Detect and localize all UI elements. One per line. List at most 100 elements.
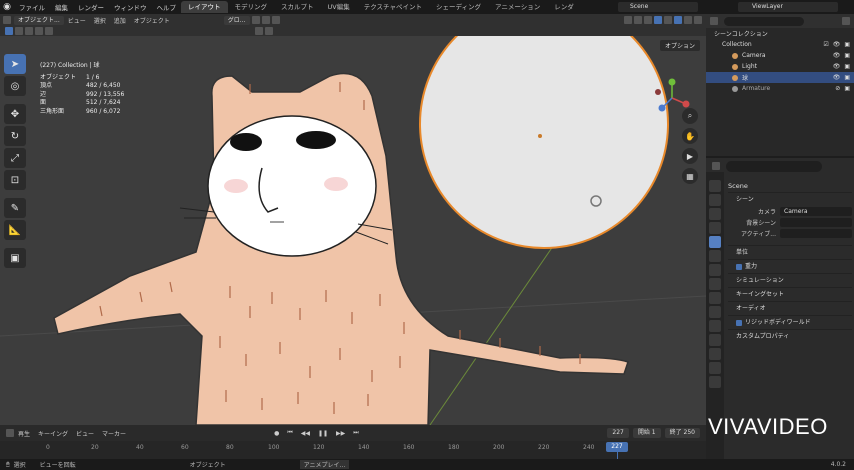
tab-texture-paint[interactable]: テクスチャペイント xyxy=(357,1,429,13)
tab-animation[interactable]: アニメーション xyxy=(488,1,547,13)
measure-tool-icon[interactable]: 📐 xyxy=(4,220,26,240)
menu-render[interactable]: レンダー xyxy=(73,2,109,12)
outliner-item-sphere[interactable]: 球 👁 ▣ xyxy=(706,72,854,83)
jump-start-icon[interactable]: ⏮ xyxy=(283,429,296,437)
properties-search[interactable] xyxy=(726,161,822,172)
outliner-editor-icon[interactable] xyxy=(710,17,718,25)
modifier-tab-icon[interactable] xyxy=(709,292,721,304)
collection-tab-icon[interactable] xyxy=(709,264,721,276)
xray-icon[interactable] xyxy=(654,16,662,24)
world-tab-icon[interactable] xyxy=(709,250,721,262)
start-frame-field[interactable]: 開始 1 xyxy=(632,428,661,438)
menu-edit[interactable]: 編集 xyxy=(50,2,73,12)
menu-timeline-view[interactable]: ビュー xyxy=(72,429,98,438)
menu-keying[interactable]: キーイング xyxy=(34,429,72,438)
panel-scene[interactable]: シーン xyxy=(728,192,852,206)
render-tab-icon[interactable] xyxy=(709,194,721,206)
proportional-edit-icon[interactable] xyxy=(271,16,280,24)
pan-hand-icon[interactable]: ✋ xyxy=(682,128,698,144)
cursor-tool-icon[interactable]: ◎ xyxy=(4,76,26,96)
active-clip-field[interactable] xyxy=(780,229,852,238)
solid-shading-icon[interactable] xyxy=(674,16,682,24)
wireframe-shading-icon[interactable] xyxy=(664,16,672,24)
menu-marker[interactable]: マーカー xyxy=(98,429,130,438)
select-tool-icon[interactable]: ➤ xyxy=(4,54,26,74)
gizmo-toggle-icon[interactable] xyxy=(634,16,642,24)
eye-icon[interactable]: 👁 xyxy=(833,41,841,48)
tab-shading[interactable]: シェーディング xyxy=(429,1,488,13)
outliner-item-light[interactable]: Light 👁 ▣ xyxy=(706,61,854,72)
current-frame-field[interactable]: 227 xyxy=(607,428,629,438)
properties-editor-icon[interactable] xyxy=(712,162,720,170)
physics-tab-icon[interactable] xyxy=(709,320,721,332)
camera-toggle-icon[interactable]: ▣ xyxy=(844,63,850,70)
visibility-icon[interactable] xyxy=(624,16,632,24)
add-cube-tool-icon[interactable]: ▣ xyxy=(4,248,26,268)
panel-rigid-body-world[interactable]: リジッドボディワールド xyxy=(728,315,852,329)
menu-file[interactable]: ファイル xyxy=(14,2,50,12)
camera-toggle-icon[interactable]: ▣ xyxy=(844,74,850,81)
next-key-icon[interactable]: ▶▶ xyxy=(332,430,349,437)
particles-tab-icon[interactable] xyxy=(709,306,721,318)
camera-toggle-icon[interactable]: ▣ xyxy=(844,41,850,48)
filter-icon[interactable] xyxy=(842,17,850,25)
output-tab-icon[interactable] xyxy=(709,208,721,220)
select-box-icon[interactable] xyxy=(5,27,13,35)
rotate-tool-icon[interactable]: ↻ xyxy=(4,126,26,146)
scale-tool-icon[interactable]: ⤢ xyxy=(4,148,26,168)
panel-simulation[interactable]: シミュレーション xyxy=(728,273,852,287)
camera-toggle-icon[interactable]: ▣ xyxy=(844,85,850,92)
tab-layout[interactable]: レイアウト xyxy=(181,1,228,13)
texture-tab-icon[interactable] xyxy=(709,376,721,388)
filter-icon-2[interactable] xyxy=(265,27,273,35)
rendered-shading-icon[interactable] xyxy=(694,16,702,24)
panel-audio[interactable]: オーディオ xyxy=(728,301,852,315)
tab-uv-edit[interactable]: UV編集 xyxy=(321,1,357,13)
bg-scene-field[interactable] xyxy=(780,218,852,227)
gravity-checkbox[interactable] xyxy=(736,263,742,270)
timeline-ruler[interactable]: 0 20 40 60 80 100 120 140 160 180 200 22… xyxy=(0,441,706,459)
end-frame-field[interactable]: 終了 250 xyxy=(664,428,700,438)
tool-tab-icon[interactable] xyxy=(709,180,721,192)
record-icon[interactable]: ● xyxy=(270,430,283,437)
timeline-editor-icon[interactable] xyxy=(6,429,14,437)
3d-viewport[interactable]: ➤ ◎ ✥ ↻ ⤢ ⊡ ✎ 📐 ▣ (227) Collection | 球 オ… xyxy=(0,36,706,425)
outliner-item-collection[interactable]: Collection ☑ 👁 ▣ xyxy=(706,39,854,50)
data-tab-icon[interactable] xyxy=(709,348,721,360)
select-subtract-icon[interactable] xyxy=(25,27,33,35)
panel-keying-sets[interactable]: キーイングセット xyxy=(728,287,852,301)
outliner-item-camera[interactable]: Camera 👁 ▣ xyxy=(706,50,854,61)
zoom-icon[interactable]: ⌕ xyxy=(682,108,698,124)
eye-icon[interactable]: 👁 xyxy=(833,63,841,70)
tab-sculpt[interactable]: スカルプト xyxy=(274,1,321,13)
outliner-item-armature[interactable]: Armature ⊘ ▣ xyxy=(706,83,854,94)
view-layer-selector[interactable]: ViewLayer xyxy=(738,2,838,12)
pause-icon[interactable]: ❚❚ xyxy=(314,430,332,437)
overlay-toggle-icon[interactable] xyxy=(644,16,652,24)
menu-select[interactable]: 選択 xyxy=(90,16,110,25)
grid-perspective-icon[interactable]: ▦ xyxy=(682,168,698,184)
transform-orientation-dropdown[interactable]: グロ... xyxy=(223,15,250,25)
camera-toggle-icon[interactable]: ▣ xyxy=(844,52,850,59)
constraints-tab-icon[interactable] xyxy=(709,334,721,346)
jump-end-icon[interactable]: ⏭ xyxy=(349,429,362,437)
select-intersect-icon[interactable] xyxy=(45,27,53,35)
editor-type-icon[interactable] xyxy=(3,16,11,24)
view-layer-tab-icon[interactable] xyxy=(709,222,721,234)
panel-gravity[interactable]: 重力 xyxy=(728,259,852,273)
select-extend-icon[interactable] xyxy=(15,27,23,35)
move-tool-icon[interactable]: ✥ xyxy=(4,104,26,124)
camera-view-icon[interactable]: ▶ xyxy=(682,148,698,164)
material-tab-icon[interactable] xyxy=(709,362,721,374)
menu-object[interactable]: オブジェクト xyxy=(130,16,174,25)
rigid-body-checkbox[interactable] xyxy=(736,319,742,326)
tab-modeling[interactable]: モデリング xyxy=(228,1,275,13)
pivot-icon[interactable] xyxy=(251,16,260,24)
options-dropdown[interactable]: オプション xyxy=(659,40,700,51)
menu-add[interactable]: 追加 xyxy=(110,16,130,25)
eye-icon[interactable]: 👁 xyxy=(833,52,841,59)
panel-custom-properties[interactable]: カスタムプロパティ xyxy=(728,329,852,343)
playhead[interactable]: 227 xyxy=(606,442,628,452)
material-shading-icon[interactable] xyxy=(684,16,692,24)
scene-tab-icon[interactable] xyxy=(709,236,721,248)
